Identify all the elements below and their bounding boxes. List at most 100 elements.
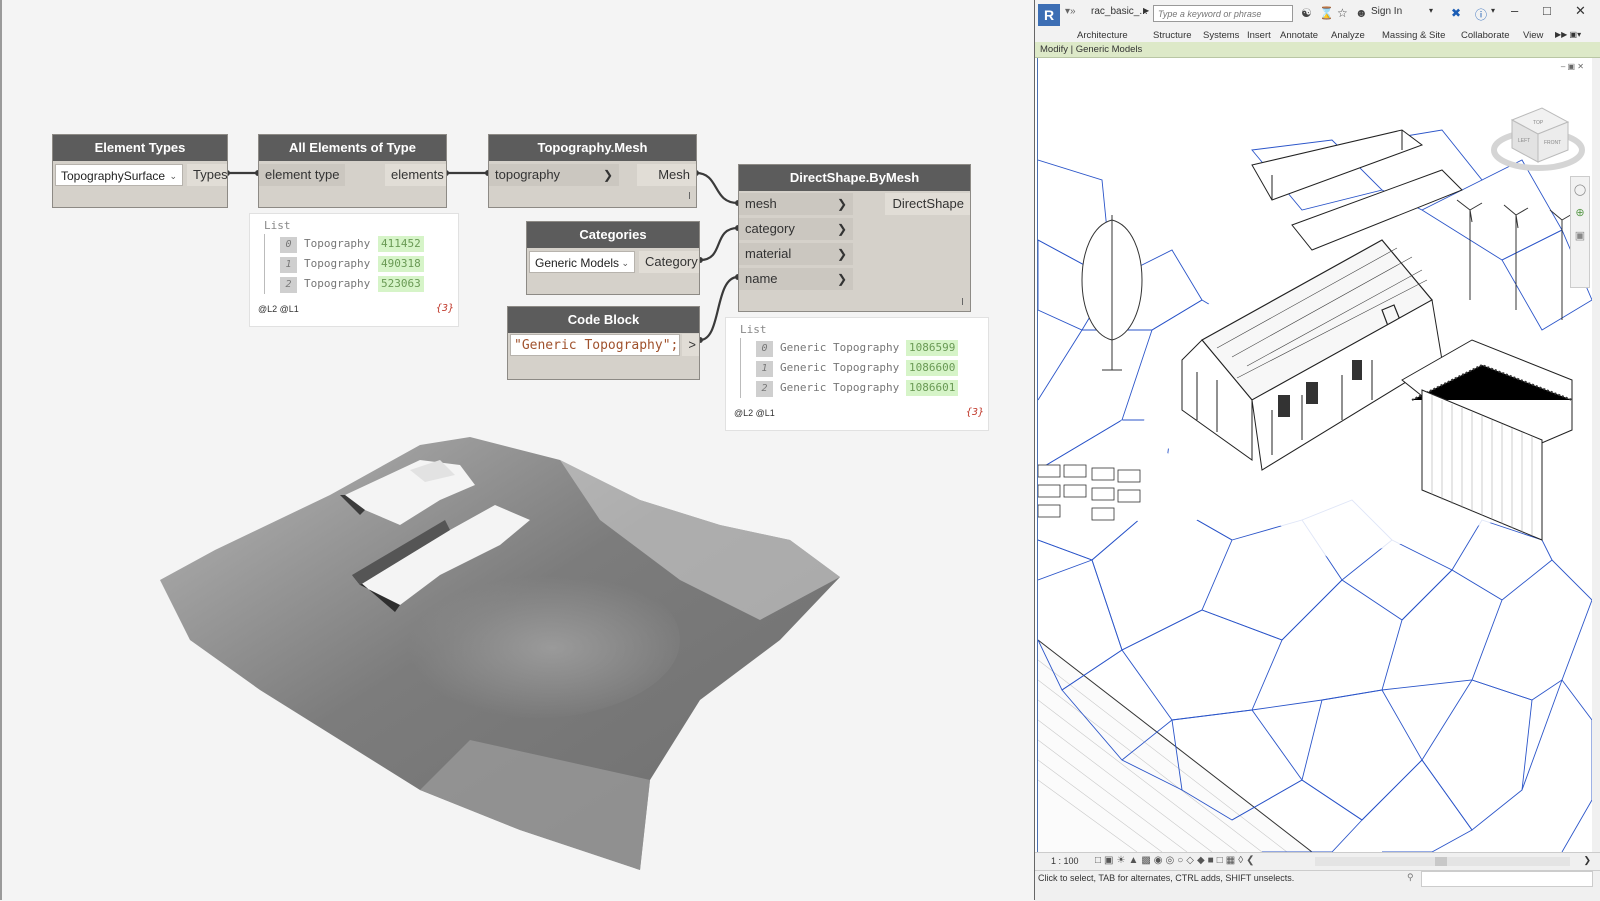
input-port-name[interactable]: name ❯: [739, 268, 853, 290]
quick-access-toolbar-icon[interactable]: ▾»: [1065, 6, 1076, 17]
input-port-element-type[interactable]: element type: [259, 164, 345, 186]
scroll-thumb[interactable]: [1435, 857, 1447, 866]
help-icon[interactable]: ⓘ: [1475, 6, 1487, 23]
file-name: rac_basic_...: [1091, 6, 1148, 17]
node-code-block[interactable]: Code Block "Generic Topography"; >: [507, 306, 700, 380]
node-title: All Elements of Type: [259, 135, 446, 161]
zoom-icon[interactable]: ⊕: [1571, 206, 1589, 219]
close-icon[interactable]: ✕: [1575, 3, 1586, 19]
view-scale[interactable]: 1 : 100: [1051, 856, 1079, 866]
preview-count: {3}: [436, 303, 455, 314]
preview-item-id: 1086601: [906, 380, 959, 396]
preview-levels: @L2 @L1: [734, 408, 775, 418]
element-type-dropdown[interactable]: TopographySurface ⌄: [55, 164, 183, 186]
node-resize-handle[interactable]: [962, 298, 963, 305]
tab-insert[interactable]: Insert: [1247, 30, 1271, 41]
node-all-elements-of-type[interactable]: All Elements of Type element type elemen…: [258, 134, 447, 208]
orbit-icon[interactable]: ▣: [1571, 229, 1589, 242]
sign-in-button[interactable]: Sign In: [1371, 6, 1402, 17]
output-port-mesh[interactable]: Mesh: [637, 164, 696, 186]
dynamo-canvas[interactable]: Element Types TopographySurface ⌄ Types …: [0, 0, 1034, 900]
context-bar: Modify | Generic Models: [1035, 42, 1600, 58]
output-port-category[interactable]: Category: [639, 251, 699, 273]
preview-item-index: 1: [756, 361, 773, 377]
steering-wheel-icon[interactable]: ◯: [1571, 183, 1589, 196]
preview-item-id: 490318: [378, 256, 424, 272]
revit-logo-icon[interactable]: R: [1038, 4, 1060, 26]
input-port-mesh[interactable]: mesh ❯: [739, 193, 853, 215]
node-element-types[interactable]: Element Types TopographySurface ⌄ Types: [52, 134, 228, 208]
viewcube-left-label: LEFT: [1518, 138, 1530, 144]
topography-3d-preview[interactable]: [150, 435, 850, 875]
port-chevron-icon: ❯: [602, 168, 613, 182]
scroll-right-icon[interactable]: ❯: [1583, 855, 1591, 866]
node-directshape-bymesh[interactable]: DirectShape.ByMesh mesh ❯ category ❯ mater…: [738, 164, 971, 312]
help-dropdown-icon[interactable]: ▾: [1491, 6, 1495, 15]
maximize-icon[interactable]: □: [1543, 3, 1551, 18]
tab-annotate[interactable]: Annotate: [1280, 30, 1318, 41]
tab-collaborate[interactable]: Collaborate: [1461, 30, 1510, 41]
input-port-material[interactable]: material ❯: [739, 243, 853, 265]
search-input[interactable]: Type a keyword or phrase: [1153, 5, 1293, 22]
horizontal-scrollbar[interactable]: [1315, 857, 1570, 866]
exchange-apps-icon[interactable]: ✖: [1451, 6, 1461, 20]
preview-item: 2 Generic Topography 1086601: [756, 380, 984, 397]
dropdown-chevron-icon: ⌄: [621, 258, 629, 268]
preview-item-index: 1: [280, 257, 297, 273]
tab-massing-site[interactable]: Massing & Site: [1382, 30, 1445, 41]
preview-list-label: List: [264, 219, 291, 232]
output-port-directshape[interactable]: DirectShape: [885, 193, 970, 215]
node-title: Topography.Mesh: [489, 135, 696, 161]
preview-item-index: 0: [756, 341, 773, 357]
preview-item-index: 0: [280, 237, 297, 253]
code-block-editor[interactable]: "Generic Topography";: [510, 334, 680, 356]
vertical-scrollbar[interactable]: [1592, 58, 1600, 858]
preview-tree-line: [264, 234, 265, 294]
minimize-icon[interactable]: –: [1511, 3, 1518, 18]
node-categories[interactable]: Categories Generic Models ⌄ Category: [526, 221, 700, 295]
view-window-controls-icon[interactable]: – ▣ ✕: [1561, 62, 1584, 71]
node-resize-handle[interactable]: [689, 192, 690, 199]
preview-count: {3}: [966, 407, 985, 418]
title-bar: R ▾» rac_basic_... ▶ Type a keyword or p…: [1035, 0, 1600, 29]
node-topography-mesh[interactable]: Topography.Mesh topography ❯ Mesh: [488, 134, 697, 208]
subscription-icon[interactable]: ⌛: [1319, 6, 1334, 20]
preview-item-name: Topography: [304, 257, 371, 270]
preview-bubble-directshape: List 0 Generic Topography 1086599 1 Generi…: [725, 317, 989, 431]
category-dropdown[interactable]: Generic Models ⌄: [529, 251, 635, 273]
status-field[interactable]: [1421, 871, 1593, 887]
3d-view[interactable]: TOP FRONT LEFT ◯ ⊕ ▣ – ▣ ✕: [1037, 58, 1592, 852]
preview-item-name: Topography: [304, 277, 371, 290]
more-tabs-icon[interactable]: ▶▶ ▣▾: [1555, 30, 1581, 39]
output-port-elements[interactable]: elements: [385, 164, 446, 186]
tab-structure[interactable]: Structure: [1153, 30, 1192, 41]
input-port-topography[interactable]: topography ❯: [489, 164, 619, 186]
sign-in-dropdown-icon[interactable]: ▾: [1429, 6, 1433, 15]
navigation-bar[interactable]: ◯ ⊕ ▣: [1570, 176, 1590, 288]
binoculars-icon[interactable]: ☯: [1301, 6, 1312, 20]
tab-architecture[interactable]: Architecture: [1077, 30, 1128, 41]
filter-icon[interactable]: ⚲: [1407, 872, 1414, 883]
output-port-types[interactable]: Types: [187, 164, 228, 186]
preview-item-name: Generic Topography: [780, 381, 900, 394]
input-port-category[interactable]: category ❯: [739, 218, 853, 240]
dropdown-value: TopographySurface: [61, 169, 166, 183]
tab-analyze[interactable]: Analyze: [1331, 30, 1365, 41]
search-expand-icon[interactable]: ▶: [1143, 6, 1149, 15]
viewcube-top-label: TOP: [1533, 120, 1544, 126]
wire-mesh-to-mesh: [695, 171, 739, 205]
user-icon[interactable]: ☻: [1355, 6, 1368, 20]
preview-item: 0 Topography 411452: [280, 236, 455, 253]
preview-item-id: 1086599: [906, 340, 959, 356]
revit-window[interactable]: R ▾» rac_basic_... ▶ Type a keyword or p…: [1034, 0, 1600, 901]
port-label: name: [745, 271, 778, 286]
preview-item-id: 523063: [378, 276, 424, 292]
tab-systems[interactable]: Systems: [1203, 30, 1239, 41]
preview-item-index: 2: [756, 381, 773, 397]
output-port-code[interactable]: >: [682, 334, 699, 356]
tab-view[interactable]: View: [1523, 30, 1543, 41]
model-view-drawing: TOP FRONT LEFT: [1038, 107, 1592, 852]
node-title: Element Types: [53, 135, 227, 161]
view-control-icons[interactable]: □▣☀▲▩◉◎○◇◆■□▦◊❮: [1095, 855, 1258, 866]
star-icon[interactable]: ☆: [1337, 6, 1348, 20]
